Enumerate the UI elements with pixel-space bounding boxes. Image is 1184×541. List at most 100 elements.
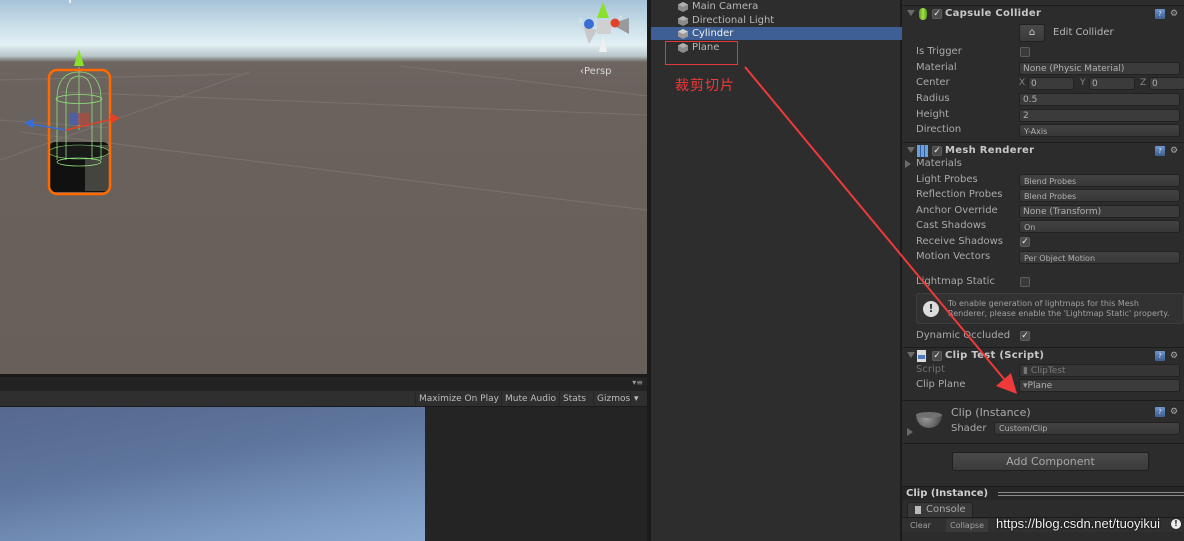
component-settings-icon[interactable]: ⚙ xyxy=(1170,9,1180,19)
foldout-arrow-icon[interactable] xyxy=(907,10,915,16)
game-toolbar: Maximize On Play Mute Audio Stats Gizmos… xyxy=(0,391,647,407)
cylinder-object xyxy=(48,142,110,192)
dynamic-occluded-checkbox[interactable]: ✓ xyxy=(1020,331,1030,341)
materials-foldout-label: Materials xyxy=(916,158,962,169)
scene-view[interactable]: z x ‹Persp xyxy=(0,0,647,374)
lightmap-static-row: Lightmap Static xyxy=(902,275,1184,290)
foldout-arrow-icon[interactable] xyxy=(907,352,915,358)
capsule-collider-header[interactable]: ✓ Capsule Collider ? ⚙ xyxy=(902,5,1184,22)
drag-handle[interactable] xyxy=(998,492,1184,496)
hierarchy-item-cylinder[interactable]: Cylinder xyxy=(651,27,902,40)
field-label: Clip Plane xyxy=(916,379,966,390)
projection-toggle[interactable]: ‹Persp xyxy=(580,66,612,77)
component-settings-icon[interactable]: ⚙ xyxy=(1170,407,1180,417)
preview-title: Clip (Instance) xyxy=(906,488,989,499)
foldout-arrow-icon[interactable] xyxy=(907,147,915,153)
lightmap-static-checkbox[interactable] xyxy=(1020,277,1030,287)
shader-label: Shader xyxy=(951,423,987,434)
console-tab[interactable]: Console xyxy=(907,502,973,517)
component-title: Mesh Renderer xyxy=(945,145,1035,156)
gizmos-dropdown-icon[interactable]: ▾ xyxy=(630,392,642,406)
orientation-gizmo[interactable]: z x xyxy=(577,2,633,54)
field-label: Receive Shadows xyxy=(916,236,1003,247)
center-z-input[interactable]: 0 xyxy=(1149,77,1184,90)
console-collapse-button[interactable]: Collapse xyxy=(946,519,988,532)
motion-vectors-dropdown[interactable]: Per Object Motion xyxy=(1019,251,1180,264)
edit-collider-label: Edit Collider xyxy=(1053,27,1114,38)
light-probes-row: Light Probes Blend Probes xyxy=(902,173,1184,188)
mesh-renderer-enabled-checkbox[interactable]: ✓ xyxy=(932,146,942,156)
center-x-input[interactable]: 0 xyxy=(1028,77,1074,90)
clip-test-script-header[interactable]: ✓ Clip Test (Script) ? ⚙ xyxy=(902,347,1184,364)
script-field[interactable]: ▮ ClipTest xyxy=(1019,364,1180,377)
help-icon[interactable]: ? xyxy=(1155,351,1165,361)
stats-button[interactable]: Stats xyxy=(559,392,589,406)
mesh-renderer-icon xyxy=(917,145,928,157)
height-input[interactable]: 2 xyxy=(1019,109,1180,122)
is-trigger-checkbox[interactable] xyxy=(1020,47,1030,57)
hierarchy-item-directional-light[interactable]: Directional Light xyxy=(651,14,902,27)
field-label: Light Probes xyxy=(916,174,978,185)
light-probes-dropdown[interactable]: Blend Probes xyxy=(1019,174,1180,187)
x-axis-handle xyxy=(110,113,120,124)
anchor-override-field[interactable]: None (Transform) xyxy=(1019,205,1180,218)
foldout-arrow-icon[interactable] xyxy=(907,428,913,436)
game-view[interactable] xyxy=(0,407,425,541)
material-row: Material None (Physic Material) xyxy=(902,61,1184,76)
reflection-probes-dropdown[interactable]: Blend Probes xyxy=(1019,189,1180,202)
center-y-input[interactable]: 0 xyxy=(1089,77,1135,90)
material-header[interactable]: Clip (Instance) Shader Custom/Clip ? ⚙ xyxy=(902,400,1184,444)
component-title: Capsule Collider xyxy=(945,8,1042,19)
capsule-collider-enabled-checkbox[interactable]: ✓ xyxy=(932,9,942,19)
edit-collider-button[interactable]: ⌂ xyxy=(1019,24,1045,42)
gizmo-y-cone xyxy=(597,2,609,18)
help-text: To enable generation of lightmaps for th… xyxy=(948,299,1170,318)
shader-dropdown[interactable]: Custom/Clip xyxy=(994,422,1180,435)
script-row: Script ▮ ClipTest xyxy=(902,363,1184,378)
physic-material-field[interactable]: None (Physic Material) xyxy=(1019,62,1180,75)
cast-shadows-dropdown[interactable]: On xyxy=(1019,220,1180,233)
capsule-collider-icon xyxy=(919,8,927,20)
console-clear-button[interactable]: Clear xyxy=(906,519,935,532)
material-name: Clip (Instance) xyxy=(951,406,1031,419)
warning-icon: ! xyxy=(923,301,939,317)
clip-plane-field[interactable]: ▾Plane xyxy=(1019,379,1180,392)
cast-shadows-row: Cast Shadows On xyxy=(902,219,1184,234)
component-settings-icon[interactable]: ⚙ xyxy=(1170,146,1180,156)
component-title: Clip Test (Script) xyxy=(945,350,1045,361)
projection-label: Persp xyxy=(584,66,612,77)
clip-test-enabled-checkbox[interactable]: ✓ xyxy=(932,351,942,361)
gizmos-button[interactable]: Gizmos xyxy=(593,392,633,406)
game-view-empty-area xyxy=(425,407,647,541)
y-axis-handle xyxy=(74,49,84,66)
foldout-arrow-icon[interactable] xyxy=(905,160,911,168)
radius-input[interactable]: 0.5 xyxy=(1019,93,1180,106)
field-label: Radius xyxy=(916,93,950,104)
hierarchy-item-main-camera[interactable]: Main Camera xyxy=(651,0,902,13)
mute-audio-button[interactable]: Mute Audio xyxy=(501,392,559,406)
gizmo-z-cone xyxy=(584,19,594,29)
field-label: Is Trigger xyxy=(916,46,962,57)
help-icon[interactable]: ? xyxy=(1155,146,1165,156)
field-label: Lightmap Static xyxy=(916,276,995,287)
motion-vectors-row: Motion Vectors Per Object Motion xyxy=(902,250,1184,265)
field-label: Cast Shadows xyxy=(916,220,987,231)
add-component-button[interactable]: Add Component xyxy=(952,452,1149,471)
panel-menu-icon[interactable]: ▾≡ xyxy=(632,378,643,387)
component-settings-icon[interactable]: ⚙ xyxy=(1170,351,1180,361)
height-row: Height 2 xyxy=(902,108,1184,123)
materials-row[interactable]: Materials xyxy=(902,157,1184,172)
gizmo-neg-y-cone xyxy=(599,36,607,52)
maximize-on-play-button[interactable]: Maximize On Play xyxy=(415,392,502,406)
center-row: Center X0 Y0 Z0 xyxy=(902,76,1184,91)
radius-row: Radius 0.5 xyxy=(902,92,1184,107)
game-tab-bar: ▾≡ xyxy=(0,377,647,391)
direction-dropdown[interactable]: Y-Axis xyxy=(1019,124,1180,137)
preview-header[interactable]: Clip (Instance) xyxy=(902,486,1184,500)
receive-shadows-checkbox[interactable]: ✓ xyxy=(1020,237,1030,247)
help-icon[interactable]: ? xyxy=(1155,9,1165,19)
field-label: Material xyxy=(916,62,957,73)
lightmap-help-box: ! To enable generation of lightmaps for … xyxy=(916,293,1184,324)
help-icon[interactable]: ? xyxy=(1155,407,1165,417)
is-trigger-row: Is Trigger xyxy=(902,45,1184,60)
